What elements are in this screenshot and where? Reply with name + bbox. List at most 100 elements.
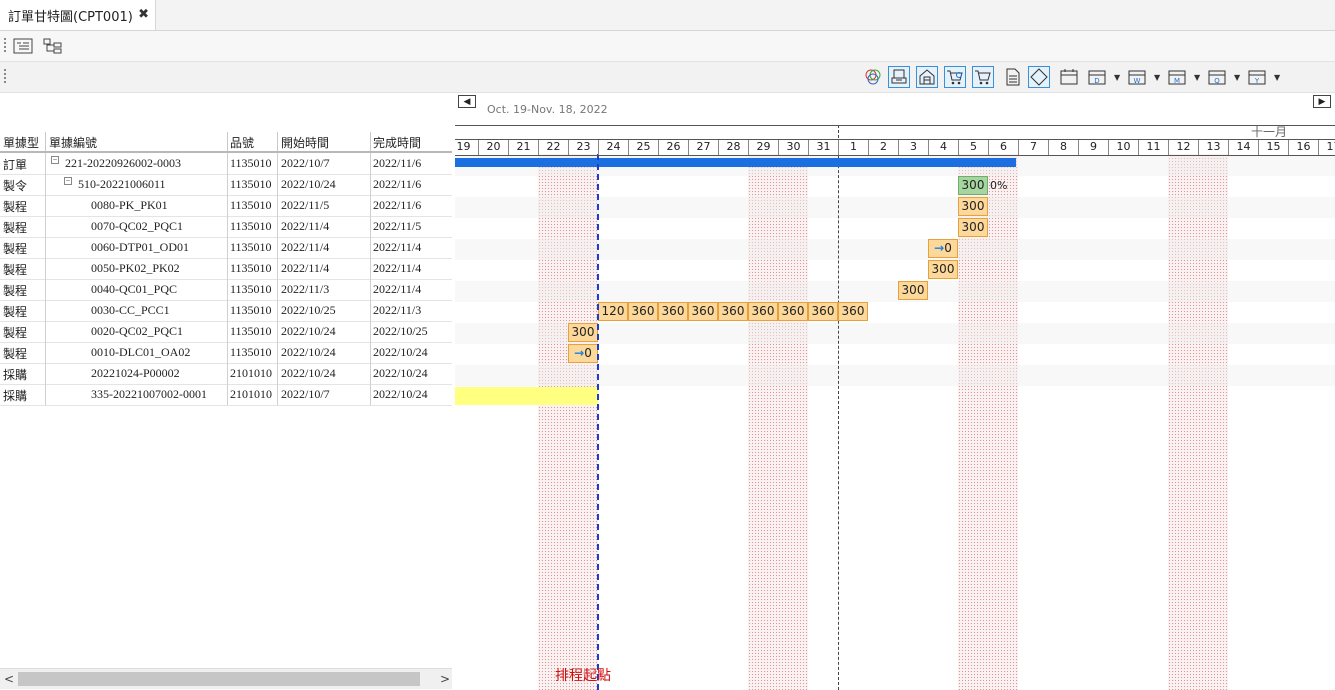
order-bar[interactable] bbox=[455, 158, 1016, 167]
chevron-left-icon[interactable]: < bbox=[4, 672, 14, 686]
task-cell[interactable]: 360 bbox=[718, 302, 748, 321]
task-cell[interactable]: 300 bbox=[568, 323, 598, 342]
chevron-down-icon[interactable]: ▼ bbox=[1114, 73, 1120, 82]
task-cell[interactable]: 300 bbox=[958, 176, 988, 195]
svg-text:W: W bbox=[1134, 77, 1141, 85]
table-row[interactable]: 採購 20221024-P00002 2101010 2022/10/24 2022/1… bbox=[0, 363, 452, 385]
task-cell[interactable]: 300 bbox=[958, 197, 988, 216]
col-header-item[interactable]: 品號 bbox=[230, 134, 254, 151]
schedule-start-line bbox=[597, 154, 599, 690]
tab-title: 訂單甘特圖(CPT001) bbox=[8, 9, 133, 25]
cell-type: 採購 bbox=[3, 368, 28, 382]
collapse-icon[interactable]: − bbox=[51, 156, 59, 164]
task-value: 0 bbox=[944, 241, 952, 255]
task-cell[interactable]: 360 bbox=[778, 302, 808, 321]
chevron-down-icon[interactable]: ▼ bbox=[1154, 73, 1160, 82]
table-row[interactable]: 製程 0010-DLC01_OA02 1135010 2022/10/24 2022/1… bbox=[0, 342, 452, 364]
tree-view-icon[interactable] bbox=[42, 35, 64, 57]
table-row[interactable]: 訂單 −221-20220926002-0003 1135010 2022/10/7 2… bbox=[0, 153, 452, 175]
scrollbar-thumb[interactable] bbox=[18, 672, 420, 686]
day-header-cell: 3 bbox=[898, 140, 928, 155]
table-row[interactable]: 製程 0060-DTP01_OD01 1135010 2022/11/4 2022/11… bbox=[0, 237, 452, 259]
day-header-cell: 22 bbox=[538, 140, 568, 155]
cell-number: 0060-DTP01_OD01 bbox=[91, 240, 189, 254]
column-divider bbox=[370, 153, 371, 405]
col-header-end[interactable]: 完成時間 bbox=[373, 134, 421, 151]
calendar-week-icon[interactable]: W bbox=[1126, 66, 1148, 88]
chevron-down-icon[interactable]: ▼ bbox=[1274, 73, 1280, 82]
task-cell[interactable]: 360 bbox=[808, 302, 838, 321]
warehouse-icon[interactable] bbox=[916, 66, 938, 88]
gantt-chart: ◀ ▶ Oct. 19-Nov. 18, 2022 300 300 300 →0 300… bbox=[455, 92, 1335, 690]
toolbar-grip[interactable] bbox=[4, 38, 6, 54]
col-header-type[interactable]: 單據型 bbox=[3, 134, 39, 151]
date-range-label: Oct. 19-Nov. 18, 2022 bbox=[487, 103, 608, 116]
calendar-year-icon[interactable]: Y bbox=[1246, 66, 1268, 88]
table-row[interactable]: 製程 0020-QC02_PQC1 1135010 2022/10/24 2022/10… bbox=[0, 321, 452, 343]
color-filter-icon[interactable] bbox=[862, 66, 884, 88]
table-row[interactable]: 製程 0080-PK_PK01 1135010 2022/11/5 2022/11/6 bbox=[0, 195, 452, 217]
table-row[interactable]: 製程 0030-CC_PCC1 1135010 2022/10/25 2022/11/3 bbox=[0, 300, 452, 322]
purchase-bar[interactable] bbox=[455, 387, 598, 405]
calendar-day-icon[interactable]: D bbox=[1086, 66, 1108, 88]
chevron-down-icon[interactable]: ▼ bbox=[1234, 73, 1240, 82]
task-cell[interactable]: →0 bbox=[928, 239, 958, 258]
chevron-down-icon[interactable]: ▼ bbox=[1194, 73, 1200, 82]
table-row[interactable]: 製程 0040-QC01_PQC 1135010 2022/11/3 2022/11/4 bbox=[0, 279, 452, 301]
calendar-month-icon[interactable]: M bbox=[1166, 66, 1188, 88]
day-header-cell: 7 bbox=[1018, 140, 1048, 155]
toolbar-grip[interactable] bbox=[4, 69, 6, 85]
grid-horizontal-scrollbar[interactable]: < > bbox=[0, 668, 452, 689]
cart-icon[interactable] bbox=[972, 66, 994, 88]
cell-start: 2022/11/4 bbox=[281, 261, 330, 275]
close-icon[interactable]: ✖ bbox=[138, 7, 149, 22]
cell-end: 2022/10/25 bbox=[373, 324, 428, 338]
day-header-cell: 10 bbox=[1108, 140, 1138, 155]
gantt-toolbar: D ▼ W ▼ M ▼ Q ▼ Y ▼ bbox=[0, 62, 1335, 93]
cell-number: 0020-QC02_PQC1 bbox=[91, 324, 184, 338]
cart-search-icon[interactable] bbox=[944, 66, 966, 88]
weekend-shading bbox=[538, 154, 598, 690]
next-period-button[interactable]: ▶ bbox=[1313, 95, 1331, 108]
cell-start: 2022/10/24 bbox=[281, 324, 336, 338]
day-header-cell: 27 bbox=[688, 140, 718, 155]
day-header-cell: 30 bbox=[778, 140, 808, 155]
table-row[interactable]: 製程 0050-PK02_PK02 1135010 2022/11/4 2022/11/… bbox=[0, 258, 452, 280]
task-cell[interactable]: 360 bbox=[688, 302, 718, 321]
task-cell[interactable]: 360 bbox=[658, 302, 688, 321]
collapse-icon[interactable]: − bbox=[64, 177, 72, 185]
task-cell[interactable]: 300 bbox=[958, 218, 988, 237]
task-cell[interactable]: 120 bbox=[598, 302, 628, 321]
calendar-icon[interactable] bbox=[1058, 66, 1080, 88]
task-cell[interactable]: 300 bbox=[928, 260, 958, 279]
table-row[interactable]: 採購 335-20221007002-0001 2101010 2022/10/7 20… bbox=[0, 384, 452, 406]
cell-type: 製程 bbox=[3, 221, 28, 235]
chevron-right-icon[interactable]: > bbox=[440, 672, 450, 686]
outline-view-icon[interactable] bbox=[12, 35, 34, 57]
machine-icon[interactable] bbox=[888, 66, 910, 88]
cell-end: 2022/11/6 bbox=[373, 177, 422, 191]
col-header-number[interactable]: 單據編號 bbox=[49, 134, 97, 151]
cell-start: 2022/11/3 bbox=[281, 282, 330, 296]
task-cell[interactable]: →0 bbox=[568, 344, 598, 363]
arrow-right-icon: → bbox=[934, 241, 945, 255]
task-cell[interactable]: 360 bbox=[628, 302, 658, 321]
table-row[interactable]: 製令 −510-20221006011 1135010 2022/10/24 2022/… bbox=[0, 174, 452, 196]
task-cell[interactable]: 300 bbox=[898, 281, 928, 300]
col-header-start[interactable]: 開始時間 bbox=[281, 134, 329, 151]
table-row[interactable]: 製程 0070-QC02_PQC1 1135010 2022/11/4 2022/11/… bbox=[0, 216, 452, 238]
calendar-quarter-icon[interactable]: Q bbox=[1206, 66, 1228, 88]
document-icon[interactable] bbox=[1002, 66, 1024, 88]
tab-bar: 訂單甘特圖(CPT001) ✖ bbox=[0, 0, 1335, 31]
tab-order-gantt[interactable]: 訂單甘特圖(CPT001) ✖ bbox=[0, 0, 156, 30]
prev-period-button[interactable]: ◀ bbox=[458, 95, 476, 108]
task-cell[interactable]: 360 bbox=[748, 302, 778, 321]
arrow-right-icon: → bbox=[574, 346, 585, 360]
cell-type: 製令 bbox=[3, 179, 28, 193]
view-toolbar bbox=[0, 31, 1335, 62]
gantt-row bbox=[455, 281, 1335, 302]
diamond-icon[interactable] bbox=[1028, 66, 1050, 88]
cell-item: 2101010 bbox=[230, 366, 272, 380]
task-cell[interactable]: 360 bbox=[838, 302, 868, 321]
day-header-cell: 21 bbox=[508, 140, 538, 155]
